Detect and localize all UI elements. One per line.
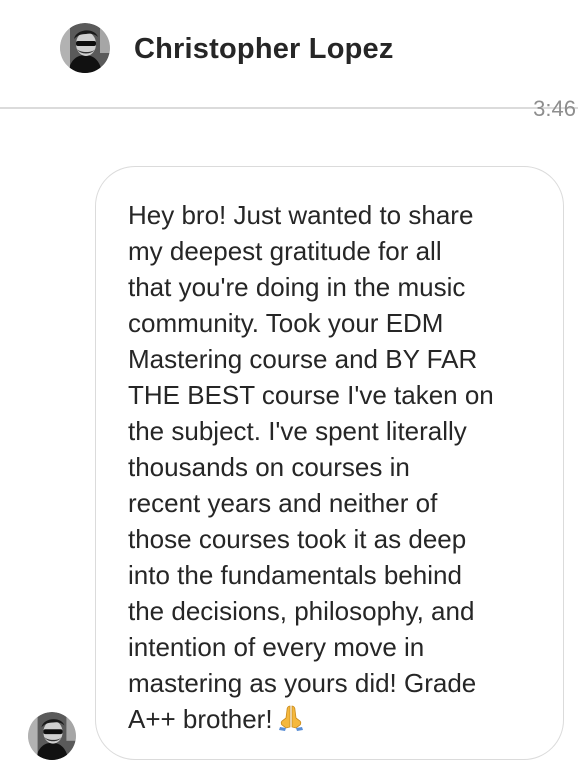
- dm-thread-page: Christopher Lopez 3:46 Hey bro! Just wan…: [0, 0, 578, 784]
- message-timestamp: 3:46: [533, 96, 576, 121]
- message-text: Hey bro! Just wanted to share my deepest…: [128, 200, 494, 734]
- conversation-header: Christopher Lopez: [0, 0, 578, 109]
- folded-hands-icon: [277, 703, 305, 740]
- contact-name[interactable]: Christopher Lopez: [134, 31, 394, 67]
- message-bubble[interactable]: Hey bro! Just wanted to share my deepest…: [95, 166, 564, 760]
- header-divider: [0, 107, 578, 109]
- profile-photo-icon: [28, 712, 76, 760]
- message-text-container: Hey bro! Just wanted to share my deepest…: [128, 197, 543, 740]
- profile-photo-icon: [60, 23, 110, 73]
- sender-avatar[interactable]: [28, 712, 76, 760]
- contact-avatar[interactable]: [60, 23, 110, 73]
